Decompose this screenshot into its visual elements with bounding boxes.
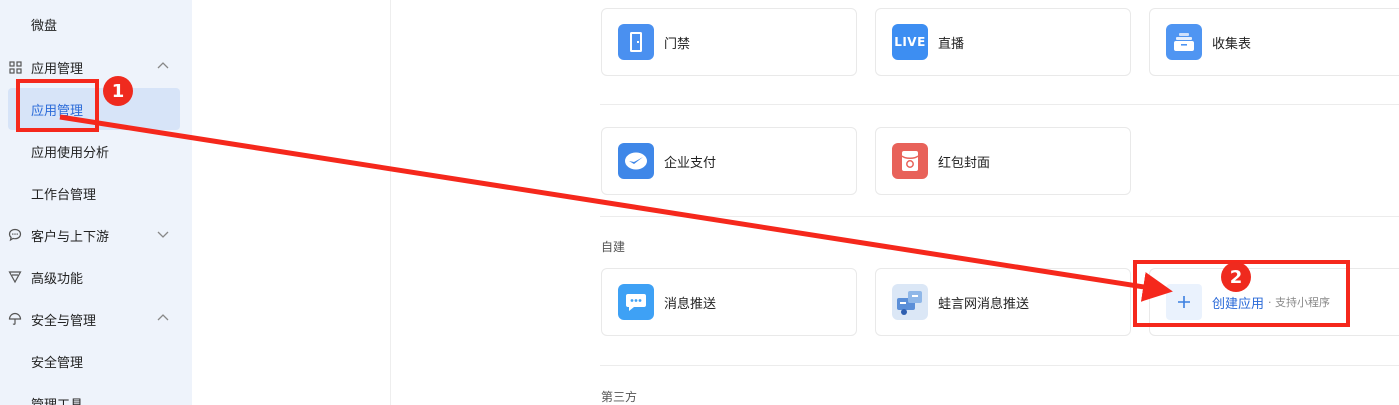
- section-divider: [600, 216, 1399, 217]
- app-card-message-push[interactable]: 消息推送: [601, 268, 857, 336]
- sidebar-item-label: 安全与管理: [31, 313, 97, 329]
- enterprise-pay-icon: [618, 143, 654, 179]
- section-label-self-built: 自建: [601, 240, 626, 254]
- section-divider: [600, 365, 1399, 366]
- door-icon: [618, 24, 654, 60]
- sidebar-item-weipan[interactable]: 微盘: [0, 3, 192, 45]
- sidebar-group-security[interactable]: 安全与管理: [0, 298, 192, 340]
- sidebar-item-label: 管理工具: [31, 397, 84, 405]
- grid-icon: [8, 60, 22, 74]
- sidebar-item-security-management[interactable]: 安全管理: [0, 340, 192, 382]
- section-label-third-party: 第三方: [601, 390, 638, 404]
- sidebar-group-advanced[interactable]: 高级功能: [0, 256, 192, 298]
- app-name: 直播: [938, 36, 965, 52]
- blank-column: [192, 0, 390, 405]
- sidebar: 微盘 应用管理 应用管理 应用使用分析 工作台管理 客户与上下游 高级功能 安全…: [0, 0, 192, 405]
- sidebar-item-app-usage-analysis[interactable]: 应用使用分析: [0, 130, 192, 172]
- app-name: 蛙言网消息推送: [938, 296, 1030, 312]
- chevron-up-icon: [156, 311, 170, 325]
- column-divider: [390, 0, 391, 405]
- app-name: 企业支付: [664, 155, 717, 171]
- app-name: 消息推送: [664, 296, 717, 312]
- app-name: 门禁: [664, 36, 691, 52]
- live-icon: LIVE: [892, 24, 928, 60]
- app-card-collect-form[interactable]: 收集表: [1149, 8, 1399, 76]
- live-icon-text: LIVE: [894, 35, 926, 49]
- sidebar-group-customers[interactable]: 客户与上下游: [0, 214, 192, 256]
- sidebar-item-label: 客户与上下游: [31, 229, 110, 245]
- umbrella-icon: [8, 312, 22, 326]
- annotation-badge-2: 2: [1221, 262, 1251, 292]
- red-packet-cover-icon: [892, 143, 928, 179]
- section-divider: [600, 104, 1399, 105]
- app-card-enterprise-pay[interactable]: 企业支付: [601, 127, 857, 195]
- message-push-icon: [618, 284, 654, 320]
- chevron-down-icon: [156, 227, 170, 241]
- sidebar-item-label: 高级功能: [31, 271, 84, 287]
- sidebar-item-workbench-management[interactable]: 工作台管理: [0, 172, 192, 214]
- wayan-push-icon: [892, 284, 928, 320]
- sidebar-item-label: 安全管理: [31, 355, 84, 371]
- sidebar-item-label: 应用管理: [31, 61, 84, 77]
- app-card-door-access[interactable]: 门禁: [601, 8, 857, 76]
- app-card-live[interactable]: LIVE 直播: [875, 8, 1131, 76]
- annotation-box-1: [16, 79, 99, 132]
- app-card-red-packet-cover[interactable]: 红包封面: [875, 127, 1131, 195]
- sidebar-item-label: 微盘: [31, 18, 58, 34]
- sidebar-item-label: 工作台管理: [31, 187, 97, 203]
- sidebar-item-management-tools[interactable]: 管理工具: [0, 382, 192, 405]
- app-card-wayan-push[interactable]: 蛙言网消息推送: [875, 268, 1131, 336]
- funnel-icon: [8, 270, 22, 284]
- app-name: 红包封面: [938, 155, 991, 171]
- sidebar-item-label: 应用使用分析: [31, 145, 110, 161]
- chat-bubble-icon: [8, 228, 22, 242]
- annotation-badge-1: 1: [103, 76, 133, 106]
- app-name: 收集表: [1212, 36, 1252, 52]
- chevron-up-icon: [156, 59, 170, 73]
- collect-form-icon: [1166, 24, 1202, 60]
